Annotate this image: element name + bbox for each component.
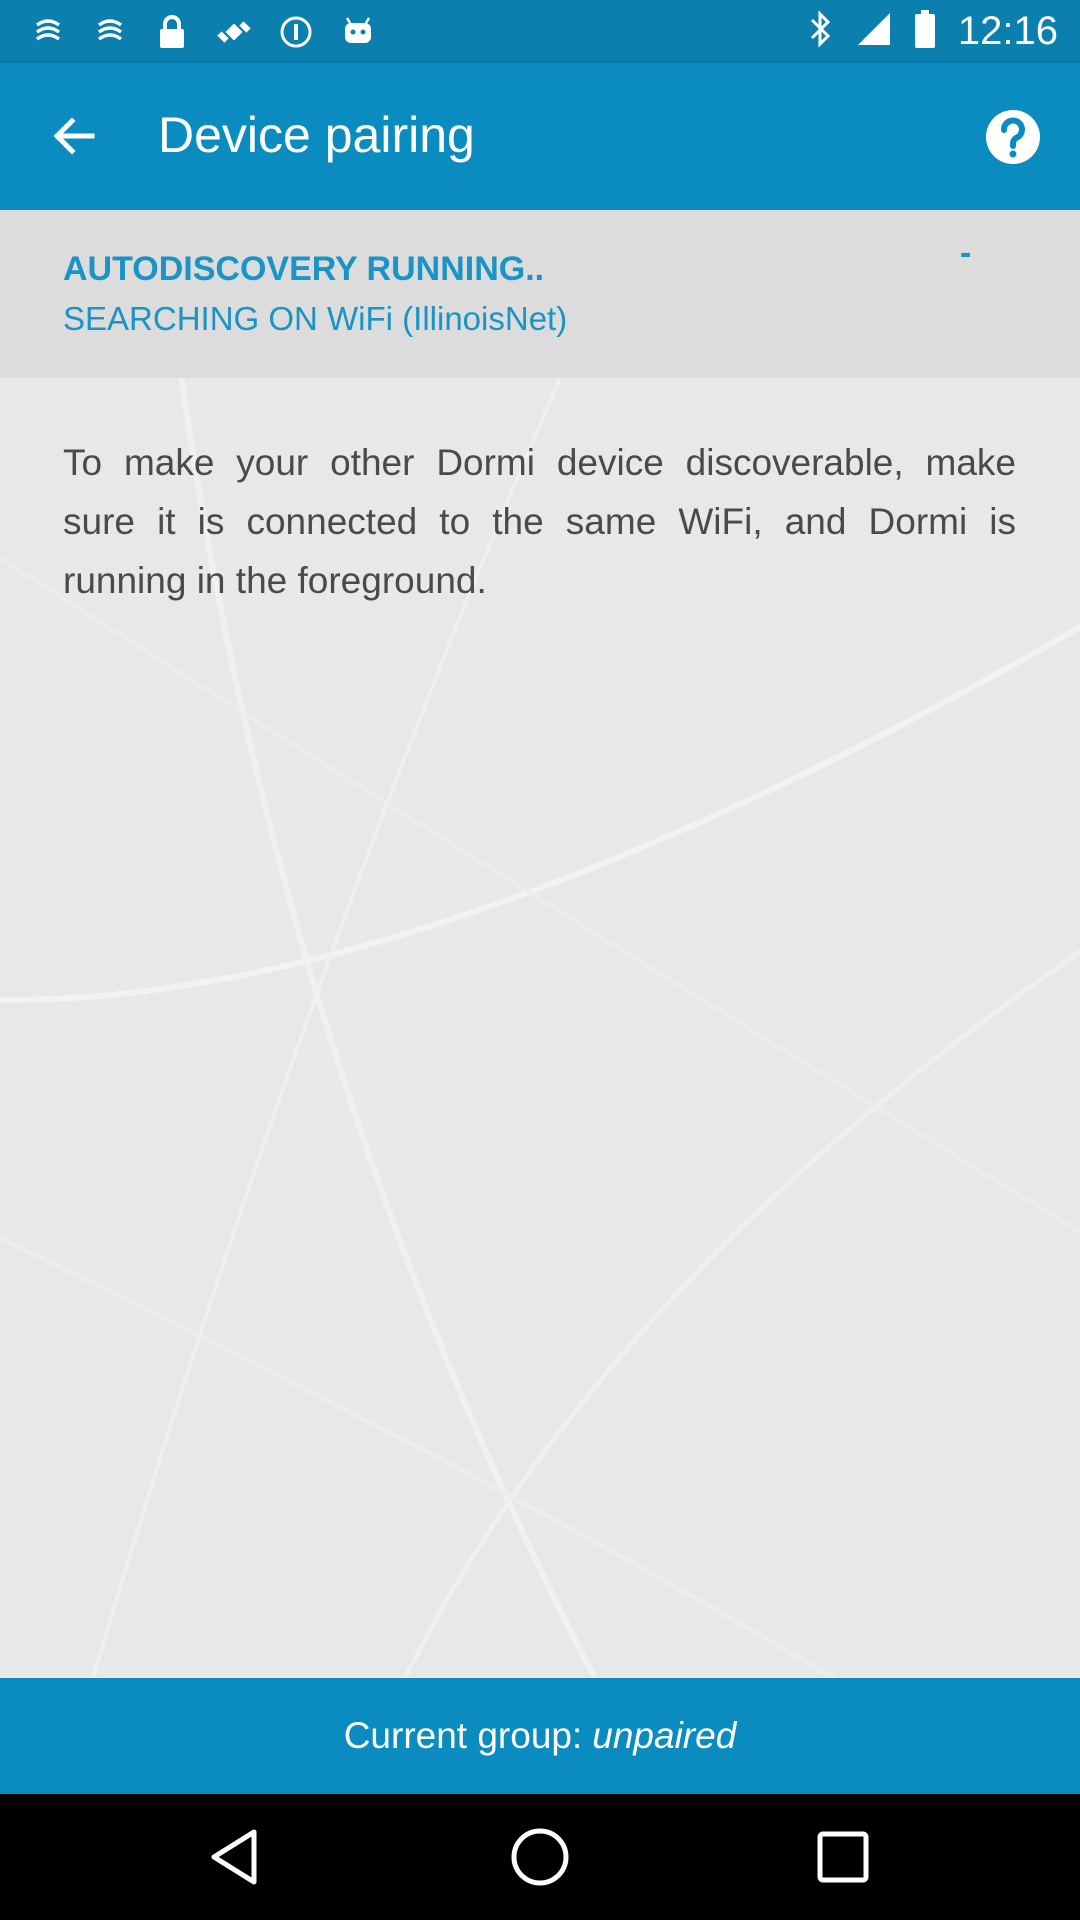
autodiscovery-status: AUTODISCOVERY RUNNING.. <box>63 250 545 288</box>
nav-recents-button[interactable] <box>810 1824 876 1890</box>
battery-icon <box>914 9 936 54</box>
notification-swirl-icon <box>90 12 130 52</box>
fake-gps-icon <box>214 12 254 52</box>
page-title: Device pairing <box>158 107 475 163</box>
current-group-bar: Current group: unpaired <box>0 1678 1080 1794</box>
app-bar: Device pairing <box>0 63 1080 210</box>
android-icon <box>338 12 378 52</box>
arrow-back-icon <box>53 117 95 155</box>
current-group-label: Current group: <box>343 1715 583 1756</box>
status-bar: 12:16 <box>0 0 1080 63</box>
clock: 12:16 <box>957 8 1058 53</box>
pairing-instructions: To make your other Dormi device discover… <box>63 442 1016 601</box>
signal-icon <box>856 11 892 52</box>
help-button[interactable] <box>982 106 1044 168</box>
recents-square-icon <box>817 1831 869 1883</box>
notification-swirl-icon <box>28 12 68 52</box>
searching-network-label: SEARCHING ON WiFi (IllinoisNet) <box>63 300 568 337</box>
back-triangle-icon <box>211 1829 257 1885</box>
back-button[interactable] <box>40 103 106 169</box>
home-circle-icon <box>511 1828 569 1886</box>
discovery-status-panel: AUTODISCOVERY RUNNING.. SEARCHING ON WiF… <box>0 210 1080 379</box>
navigation-bar <box>0 1794 1080 1920</box>
nav-home-button[interactable] <box>507 1824 573 1890</box>
notification-icons <box>28 10 378 54</box>
lock-icon <box>152 12 192 52</box>
main-content: To make your other Dormi device discover… <box>0 378 1080 1678</box>
bluetooth-icon <box>808 9 834 54</box>
discovery-progress-indicator: - <box>960 234 972 272</box>
current-group-value: unpaired <box>592 1715 737 1756</box>
help-icon <box>986 110 1040 164</box>
nav-back-button[interactable] <box>204 1824 270 1890</box>
info-circle-icon <box>276 12 316 52</box>
system-status: 12:16 <box>808 8 1058 54</box>
